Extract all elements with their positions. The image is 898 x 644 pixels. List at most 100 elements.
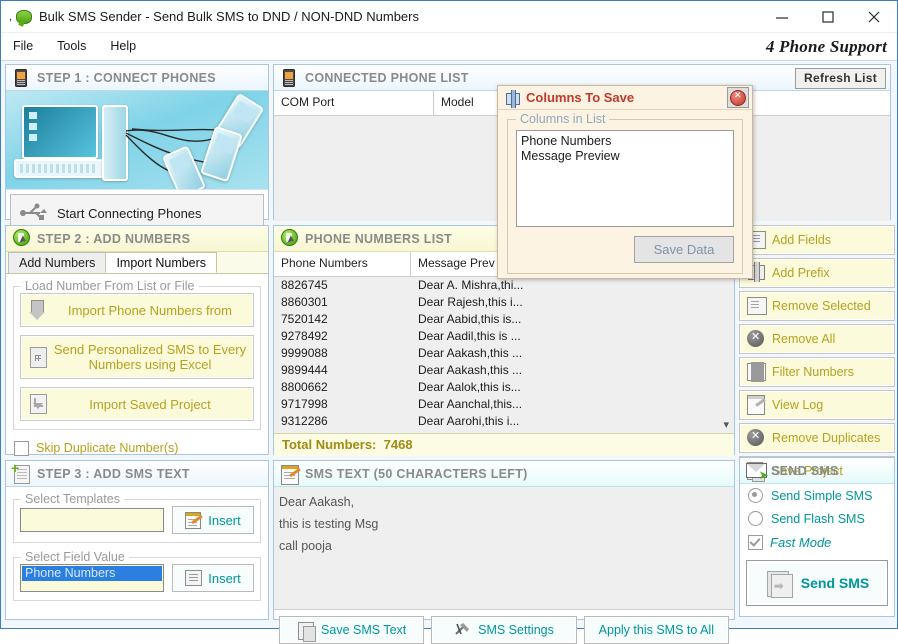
field-value-list[interactable]: Phone Numbers bbox=[20, 564, 164, 592]
minimize-button[interactable] bbox=[759, 1, 805, 32]
step2-header: STEP 2 : ADD NUMBERS bbox=[6, 226, 268, 252]
table-row[interactable]: 7520142 Dear Aabid,this is... bbox=[274, 311, 734, 328]
filter-numbers-label: Filter Numbers bbox=[772, 365, 854, 379]
radio-simple-icon[interactable] bbox=[748, 488, 763, 503]
cell-preview: Dear Aalok,this is... bbox=[418, 380, 521, 394]
remove-duplicates-button[interactable]: Remove Duplicates bbox=[739, 423, 895, 453]
field-insert-button[interactable]: Insert bbox=[172, 564, 254, 592]
sms-settings-label: SMS Settings bbox=[478, 623, 554, 637]
list-item[interactable]: Message Preview bbox=[521, 149, 733, 164]
close-button[interactable] bbox=[851, 1, 897, 32]
remove-all-button[interactable]: Remove All bbox=[739, 324, 895, 354]
minimize-icon bbox=[776, 16, 788, 19]
menu-tools[interactable]: Tools bbox=[45, 33, 98, 60]
columns-list[interactable]: Phone Numbers Message Preview bbox=[516, 130, 734, 227]
menu-help[interactable]: Help bbox=[98, 33, 148, 60]
skip-duplicate-row[interactable]: Skip Duplicate Number(s) bbox=[14, 436, 260, 460]
select-field-value-group: Select Field Value Phone Numbers Insert bbox=[13, 550, 261, 601]
sms-settings-button[interactable]: SMS Settings bbox=[431, 616, 577, 644]
tab-import-numbers[interactable]: Import Numbers bbox=[105, 252, 218, 273]
cell-preview: Dear Aarohi,this i... bbox=[418, 414, 520, 428]
send-flash-sms-option[interactable]: Send Flash SMS bbox=[740, 507, 894, 530]
view-log-button[interactable]: View Log bbox=[739, 390, 895, 420]
column-phone-numbers[interactable]: Phone Numbers bbox=[274, 252, 411, 276]
remove-selected-button[interactable]: Remove Selected bbox=[739, 291, 895, 321]
number-action-buttons: Add Fields Add Prefix Remove Selected Re… bbox=[739, 225, 895, 486]
fast-mode-row[interactable]: Fast Mode bbox=[740, 530, 894, 554]
menu-file[interactable]: File bbox=[1, 33, 45, 60]
brand-label: 4 Phone Support bbox=[765, 37, 887, 56]
apply-sms-to-all-button[interactable]: Apply this SMS to All bbox=[583, 616, 729, 644]
send-sms-panel: ➤ SEND SMS Send Simple SMS Send Flash SM… bbox=[739, 457, 895, 617]
send-sms-button-label: Send SMS bbox=[800, 575, 870, 591]
maximize-icon bbox=[822, 10, 834, 23]
monitor-graphic bbox=[22, 105, 98, 159]
add-fields-button[interactable]: Add Fields bbox=[739, 225, 895, 255]
table-row[interactable]: 8860301 Dear Rajesh,this i... bbox=[274, 294, 734, 311]
cell-preview: Dear Aarti,this is ... bbox=[411, 430, 734, 433]
circle-x-icon bbox=[744, 427, 768, 449]
phone-numbers-rows[interactable]: 8826745 Dear A. Mishra,thi... 8860301 Dear… bbox=[274, 277, 734, 433]
columns-in-list-legend: Columns in List bbox=[516, 112, 610, 126]
phone-numbers-list-title: PHONE NUMBERS LIST bbox=[305, 231, 453, 246]
close-icon bbox=[868, 11, 880, 22]
send-sms-button[interactable]: Send SMS bbox=[746, 560, 888, 606]
cell-phone: 8860301 bbox=[281, 295, 328, 309]
list-item[interactable]: Phone Numbers bbox=[521, 134, 733, 149]
table-row[interactable]: 9312286 Dear Aarohi,this i... bbox=[274, 413, 734, 430]
keyboard-graphic bbox=[14, 159, 104, 178]
save-data-button[interactable]: Save Data bbox=[634, 236, 734, 263]
load-numbers-legend: Load Number From List or File bbox=[21, 279, 199, 293]
step3-header: + STEP 3 : ADD SMS TEXT bbox=[6, 461, 268, 487]
sms-text-area[interactable]: Dear Aakash, this is testing Msg call po… bbox=[274, 487, 734, 610]
fields-icon bbox=[185, 570, 203, 586]
radio-flash-icon[interactable] bbox=[748, 511, 763, 526]
step1-title: STEP 1 : CONNECT PHONES bbox=[37, 70, 216, 85]
cell-preview: Dear Rajesh,this i... bbox=[418, 295, 523, 309]
fast-mode-checkbox[interactable] bbox=[748, 534, 763, 550]
save-sms-text-button[interactable]: Save SMS Text bbox=[279, 616, 425, 644]
cell-phone: 9312286 bbox=[281, 414, 328, 428]
chevron-down-icon[interactable]: ▾ bbox=[723, 418, 729, 431]
view-log-label: View Log bbox=[772, 398, 824, 412]
add-prefix-button[interactable]: Add Prefix bbox=[739, 258, 895, 288]
save-icon bbox=[297, 621, 317, 642]
templates-insert-button[interactable]: Insert bbox=[172, 506, 254, 534]
send-simple-sms-label: Send Simple SMS bbox=[771, 488, 873, 503]
tools-icon bbox=[454, 621, 474, 639]
circle-x-icon bbox=[744, 328, 768, 350]
send-simple-sms-option[interactable]: Send Simple SMS bbox=[740, 484, 894, 507]
table-row[interactable]: 9278492 Dear Aadil,this is ... bbox=[274, 328, 734, 345]
connected-phone-list-title: CONNECTED PHONE LIST bbox=[305, 70, 469, 85]
templates-insert-label: Insert bbox=[208, 512, 241, 528]
columns-in-list-group: Columns in List Phone Numbers Message Pr… bbox=[507, 112, 743, 274]
import-phone-numbers-label: Import Phone Numbers from bbox=[67, 302, 232, 318]
table-row[interactable]: 9999088 Dear Aakash,this ... bbox=[274, 345, 734, 362]
step1-header: STEP 1 : CONNECT PHONES bbox=[6, 65, 268, 91]
window-title: Bulk SMS Sender - Send Bulk SMS to DND /… bbox=[39, 9, 419, 24]
column-com-port[interactable]: COM Port bbox=[274, 91, 434, 115]
field-value-selected-item[interactable]: Phone Numbers bbox=[22, 566, 162, 581]
send-sms-header: ➤ SEND SMS bbox=[740, 458, 894, 484]
import-saved-project-label: Import Saved Project bbox=[89, 396, 211, 412]
import-saved-project-button[interactable]: Import Saved Project bbox=[20, 387, 254, 421]
filter-numbers-button[interactable]: Filter Numbers bbox=[739, 357, 895, 387]
import-phone-numbers-button[interactable]: Import Phone Numbers from bbox=[20, 293, 254, 327]
table-row[interactable]: 9899444 Dear Aakash,this ... bbox=[274, 362, 734, 379]
personalized-sms-excel-button[interactable]: Send Personalized SMS to Every Numbers u… bbox=[20, 335, 254, 379]
connect-phones-illustration bbox=[6, 91, 268, 190]
cell-preview: Dear Aadil,this is ... bbox=[418, 329, 521, 343]
download-arrow-icon bbox=[25, 297, 53, 323]
maximize-button[interactable] bbox=[805, 1, 851, 32]
table-row[interactable]: 8826745 Dear A. Mishra,thi... bbox=[274, 277, 734, 294]
table-row[interactable]: 9717998 Dear Aanchal,this... bbox=[274, 396, 734, 413]
dialog-close-button[interactable] bbox=[727, 87, 749, 108]
remove-all-label: Remove All bbox=[772, 332, 836, 346]
close-circle-icon bbox=[730, 89, 746, 106]
table-row[interactable]: 8800662 Dear Aalok,this is... bbox=[274, 379, 734, 396]
templates-input[interactable] bbox=[20, 508, 164, 532]
cell-preview: Dear A. Mishra,thi... bbox=[418, 278, 524, 292]
skip-duplicate-checkbox[interactable] bbox=[14, 440, 29, 456]
table-row[interactable]: 9312767Dear Aarti,this is ... bbox=[274, 430, 734, 433]
tab-add-numbers[interactable]: Add Numbers bbox=[8, 252, 107, 273]
